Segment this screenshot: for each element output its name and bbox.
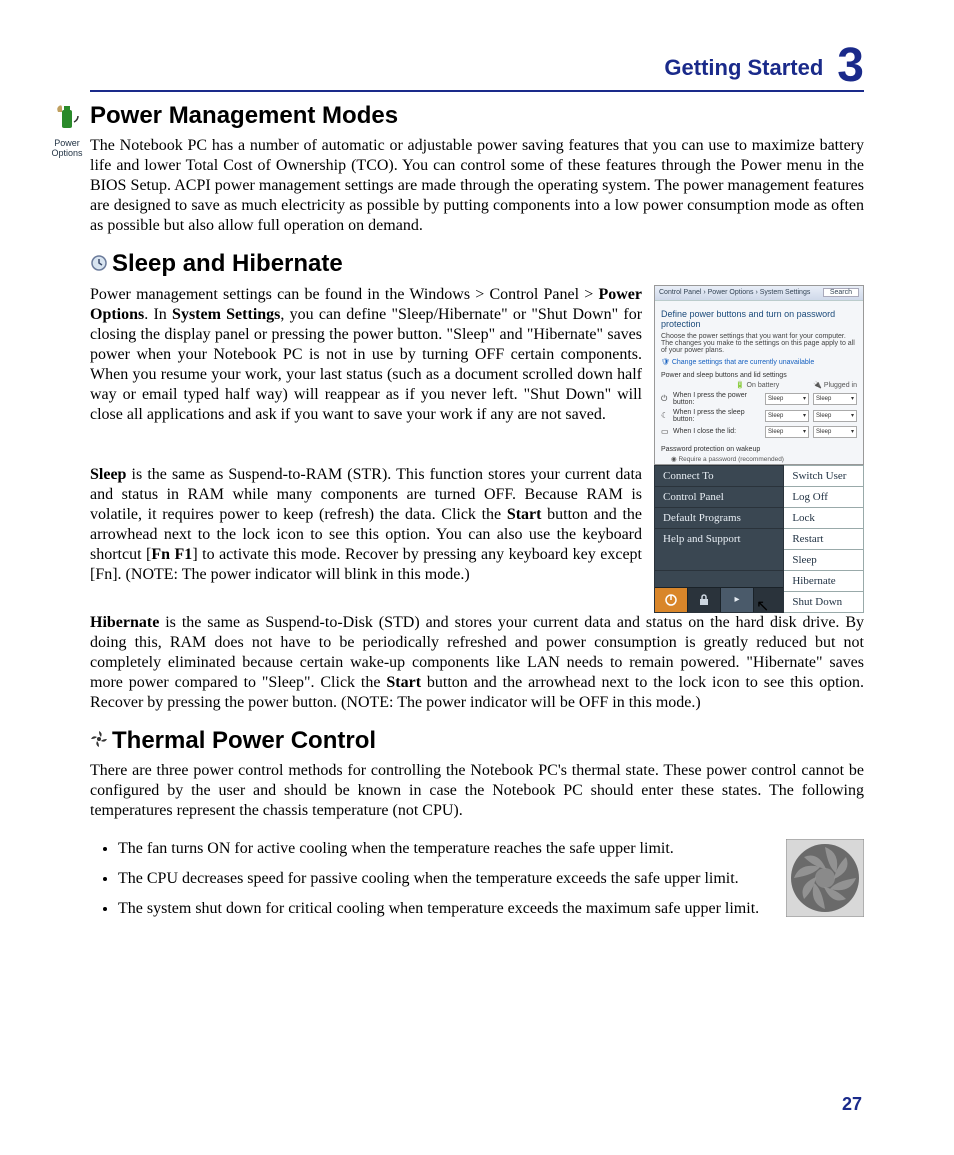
arrow-icon: ▸	[721, 588, 754, 612]
t: Sleep	[90, 466, 126, 483]
power-options-icon: Power Options	[48, 102, 86, 159]
heading-sleep-hibernate: Sleep and Hibernate	[90, 250, 864, 279]
body-thermal-intro: There are three power control methods fo…	[90, 761, 864, 821]
col-battery: 🔋 On battery	[736, 381, 779, 389]
page-number: 27	[842, 1094, 862, 1115]
t: Sleep	[768, 396, 783, 402]
t: Plugged in	[824, 382, 857, 389]
bullet-item: The CPU decreases speed for passive cool…	[118, 869, 772, 889]
dialog-titlebar: Control Panel › Power Options › System S…	[655, 286, 863, 301]
heading-thermal-text: Thermal Power Control	[112, 727, 376, 754]
header-title: Getting Started	[664, 55, 823, 81]
t: Sleep	[816, 413, 831, 419]
t: Sleep	[816, 429, 831, 435]
select: Sleep▾	[813, 393, 857, 405]
row-sleep-button: ☾When I press the sleep button: Sleep▾ S…	[661, 409, 857, 423]
start-bottom-bar: ▸ ↖	[655, 587, 783, 612]
t: Sleep	[768, 429, 783, 435]
t: When I press the sleep button:	[673, 409, 761, 423]
bullet-item: The fan turns ON for active cooling when…	[118, 839, 772, 859]
col-headers: 🔋 On battery 🔌 Plugged in	[661, 381, 857, 389]
menu-item: Default Programs	[655, 507, 784, 528]
t: Sleep	[768, 413, 783, 419]
section-label: Power and sleep buttons and lid settings	[661, 372, 857, 379]
cursor-icon: ↖	[756, 596, 769, 616]
dialog-link: 🛡 Change settings that are currently una…	[661, 358, 857, 366]
section-thermal: Thermal Power Control There are three po…	[90, 727, 864, 930]
thermal-bullets-row: The fan turns ON for active cooling when…	[90, 835, 864, 929]
menu-item: Log Off	[784, 486, 864, 507]
lock-icon	[688, 588, 721, 612]
t: Change settings that are currently unava…	[672, 359, 814, 366]
t: On battery	[747, 382, 780, 389]
pw-opt1: ◉ Require a password (recommended)	[671, 455, 857, 463]
col-plugged: 🔌 Plugged in	[813, 381, 857, 389]
t: Start	[386, 674, 421, 691]
section-sleep-hibernate: Sleep and Hibernate Power management set…	[90, 250, 864, 713]
select: Sleep▾	[813, 426, 857, 438]
body-power-management: The Notebook PC has a number of automati…	[90, 136, 864, 236]
figure-system-settings: Control Panel › Power Options › System S…	[654, 285, 864, 465]
figure-start-menu: Connect To Switch User Control Panel Log…	[654, 465, 864, 613]
pw-heading: Password protection on wakeup	[661, 446, 857, 453]
row-power-button: ⏻When I press the power button: Sleep▾ S…	[661, 392, 857, 406]
body-sleep-p2: Sleep is the same as Suspend-to-RAM (STR…	[90, 465, 642, 585]
menu-item: Hibernate	[784, 570, 864, 591]
heading-power-management: Power Management Modes	[90, 102, 864, 130]
t: When I close the lid:	[673, 428, 761, 435]
heading-thermal: Thermal Power Control	[90, 727, 864, 756]
menu-item: Help and Support	[655, 528, 784, 570]
dialog-heading: Define power buttons and turn on passwor…	[661, 309, 857, 329]
chapter-number: 3	[837, 42, 864, 90]
t: Start	[507, 506, 542, 523]
t: Hibernate	[90, 614, 159, 631]
menu-item: Control Panel	[655, 486, 784, 507]
menu-item: Restart	[784, 528, 864, 549]
select: Sleep▾	[765, 393, 809, 405]
menu-item: Shut Down	[784, 591, 864, 612]
select: Sleep▾	[765, 410, 809, 422]
section-power-management: Power Options Power Management Modes The…	[90, 102, 864, 236]
t: Fn F1	[151, 546, 192, 563]
breadcrumb: Control Panel › Power Options › System S…	[659, 289, 810, 296]
t: Require a password (recommended)	[678, 456, 784, 463]
fan-photo	[786, 839, 864, 917]
body-sleep-p1: Power management settings can be found i…	[90, 285, 642, 425]
t: , you can define "Sleep/Hibernate" or "S…	[90, 306, 642, 423]
power-icon	[655, 588, 688, 612]
clock-icon	[90, 251, 108, 279]
t: System Settings	[172, 306, 280, 323]
t: . In	[144, 306, 172, 323]
menu-item: Sleep	[784, 549, 864, 570]
t: When I press the power button:	[673, 392, 761, 406]
page-header: Getting Started 3	[90, 42, 864, 92]
menu-item: Connect To	[655, 465, 784, 486]
search-box: Search	[823, 288, 859, 297]
body-hibernate: Hibernate is the same as Suspend-to-Disk…	[90, 613, 864, 713]
menu-item: Lock	[784, 507, 864, 528]
page: Getting Started 3 Power Options Power Ma…	[0, 0, 954, 1155]
select: Sleep▾	[765, 426, 809, 438]
row-lid: ▭When I close the lid: Sleep▾ Sleep▾	[661, 426, 857, 438]
t: Power management settings can be found i…	[90, 286, 598, 303]
menu-item: Switch User	[784, 465, 864, 486]
select: Sleep▾	[813, 410, 857, 422]
t: Sleep	[816, 396, 831, 402]
dialog-sub: Choose the power settings that you want …	[661, 333, 857, 354]
heading-sleep-hibernate-text: Sleep and Hibernate	[112, 250, 343, 277]
row-sleep-p2: Sleep is the same as Suspend-to-RAM (STR…	[90, 465, 864, 613]
power-options-icon-label: Power Options	[48, 139, 86, 159]
fan-icon	[90, 727, 108, 755]
row-sleep-p1: Power management settings can be found i…	[90, 285, 864, 465]
bullet-item: The system shut down for critical coolin…	[118, 899, 772, 919]
thermal-bullets: The fan turns ON for active cooling when…	[90, 839, 772, 929]
